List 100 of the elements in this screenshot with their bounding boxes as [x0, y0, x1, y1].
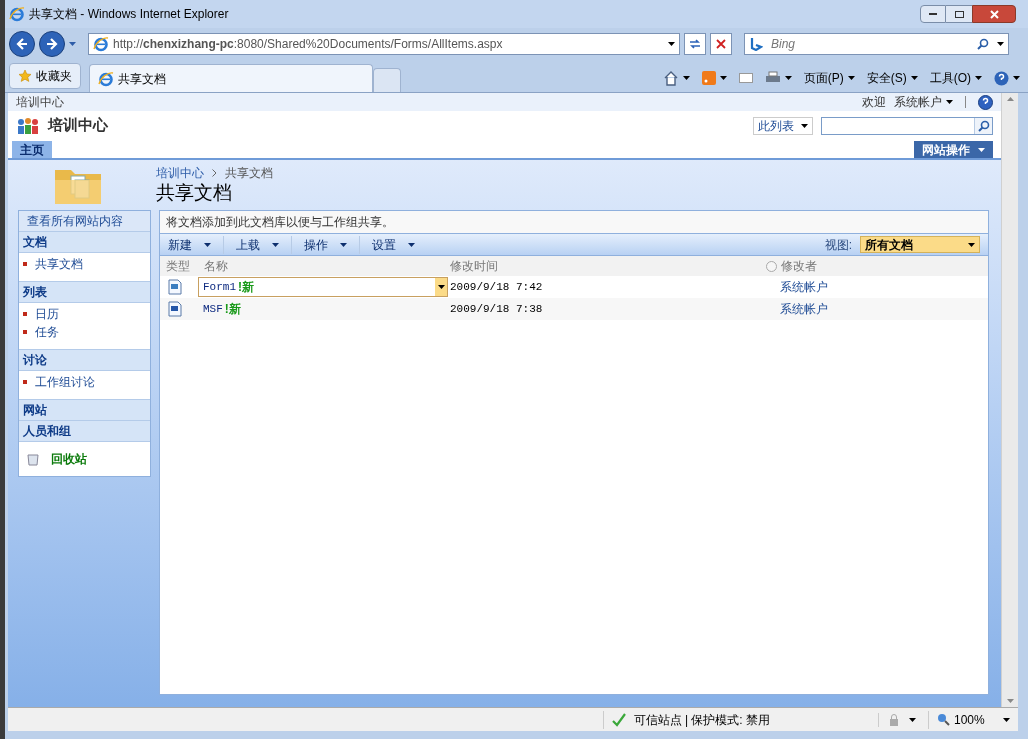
- scroll-down-icon[interactable]: [1006, 699, 1014, 703]
- left-arrow-icon: [16, 38, 28, 50]
- form-file-icon: [168, 279, 182, 295]
- address-dropdown-icon: [668, 42, 675, 46]
- user-link[interactable]: 系统帐户: [780, 300, 828, 318]
- caret-icon: [408, 242, 415, 247]
- search-options-icon: [997, 42, 1004, 46]
- help-icon[interactable]: [978, 94, 993, 110]
- url-text: http://chenxizhang-pc:8080/Shared%20Documents/Forms/AllItems.aspx: [113, 36, 503, 53]
- caret-icon: [910, 76, 918, 80]
- printer-icon[interactable]: [764, 71, 781, 85]
- nav-heading[interactable]: 讨论: [19, 350, 150, 371]
- caret-icon: [946, 100, 953, 104]
- caret-icon: [719, 76, 727, 80]
- toolbar-menu[interactable]: 设置: [372, 235, 427, 254]
- scroll-up-icon[interactable]: [1006, 97, 1014, 101]
- back-button[interactable]: [9, 31, 35, 57]
- nav-item[interactable]: 任务: [19, 323, 150, 341]
- column-header[interactable]: 名称: [198, 257, 450, 275]
- forward-button[interactable]: [39, 31, 65, 57]
- view-dropdown[interactable]: 所有文档: [860, 236, 980, 253]
- file-link[interactable]: MSF: [203, 300, 223, 318]
- site-title: 培训中心: [48, 115, 108, 136]
- caret-icon: [909, 717, 916, 722]
- recycle-bin-link[interactable]: 回收站: [51, 450, 87, 468]
- nav-heading[interactable]: 文档: [19, 232, 150, 253]
- command-menu[interactable]: 安全(S): [866, 69, 918, 87]
- search-scope-dropdown[interactable]: 此列表: [753, 116, 813, 135]
- stop-icon: [716, 39, 726, 49]
- search-bar[interactable]: Bing: [744, 33, 1009, 55]
- favorites-button[interactable]: 收藏夹: [9, 63, 81, 89]
- toolbar-menu[interactable]: 新建: [168, 235, 224, 254]
- history-caret-icon: [69, 42, 76, 46]
- welcome-text: 欢迎: [862, 94, 886, 111]
- caret-icon: [272, 242, 279, 247]
- ie-logo-icon: [93, 36, 109, 52]
- refresh-icon: [689, 38, 701, 50]
- caret-icon: [978, 147, 985, 152]
- ie-logo-icon: [9, 6, 25, 22]
- file-link[interactable]: Form1: [203, 278, 236, 296]
- caret-icon: [204, 242, 211, 247]
- ie-logo-icon: [98, 70, 114, 87]
- search-icon[interactable]: [977, 119, 990, 132]
- item-menu-button[interactable]: [435, 278, 447, 296]
- breadcrumb-current: 共享文档: [225, 165, 273, 182]
- column-header[interactable]: 修改时间: [450, 257, 766, 275]
- file-name-cell[interactable]: Form1 !新: [198, 277, 448, 297]
- command-menu[interactable]: 页面(P): [803, 69, 855, 87]
- column-header[interactable]: 修改者: [781, 257, 817, 275]
- bing-logo-icon: [749, 37, 763, 51]
- caret-icon: [968, 242, 975, 247]
- site-link[interactable]: 培训中心: [16, 93, 64, 111]
- nav-heading[interactable]: 人员和组: [19, 421, 150, 442]
- user-link[interactable]: 系统帐户: [780, 278, 828, 296]
- caret-icon: [1013, 76, 1020, 80]
- help-icon[interactable]: [994, 70, 1009, 86]
- new-label: !新: [238, 279, 254, 296]
- security-zone-text: 可信站点 | 保护模式: 禁用: [633, 711, 770, 729]
- library-description: 将文档添加到此文档库以便与工作组共享。: [160, 211, 988, 234]
- home-icon[interactable]: [662, 70, 679, 86]
- search-icon: [977, 38, 989, 50]
- modified-cell-text: 2009/9/18 7:38: [450, 301, 544, 317]
- chevron-right-icon: [212, 169, 217, 177]
- nav-heading[interactable]: 列表: [19, 282, 150, 303]
- address-field[interactable]: http://chenxizhang-pc:8080/Shared%20Documents/Forms/AllItems.aspx: [88, 33, 680, 55]
- minimize-button[interactable]: [920, 5, 946, 23]
- mail-icon[interactable]: [738, 73, 753, 83]
- file-name-cell[interactable]: MSF !新: [198, 299, 448, 319]
- site-search-field[interactable]: [821, 116, 993, 135]
- site-tab[interactable]: 主页: [12, 141, 52, 158]
- zoom-button[interactable]: 100%: [928, 710, 1018, 729]
- caret-icon: [784, 76, 792, 80]
- toolbar-menu[interactable]: 上载: [236, 235, 292, 254]
- refresh-button[interactable]: [684, 33, 706, 55]
- stop-button[interactable]: [710, 33, 732, 55]
- command-menu[interactable]: 工具(O): [929, 69, 982, 87]
- toolbar-menu[interactable]: 操作: [304, 235, 360, 254]
- browser-tab[interactable]: 共享文档: [89, 64, 373, 92]
- search-input[interactable]: Bing: [771, 35, 969, 53]
- close-button[interactable]: [972, 5, 1016, 23]
- document-file-icon: [168, 301, 182, 317]
- site-actions-menu[interactable]: 网站操作: [914, 141, 993, 158]
- zoom-icon: [937, 713, 950, 726]
- window-title: 共享文档 - Windows Internet Explorer: [29, 6, 229, 23]
- user-menu[interactable]: 系统帐户: [894, 93, 953, 111]
- caret-icon: [340, 242, 347, 247]
- caret-icon: [437, 285, 445, 289]
- caret-icon: [801, 123, 808, 128]
- page-title: 共享文档: [156, 182, 233, 204]
- recycle-bin-icon: [27, 452, 39, 466]
- caret-icon: [847, 76, 855, 80]
- caret-icon: [682, 76, 690, 80]
- close-icon: [989, 9, 999, 19]
- maximize-button[interactable]: [946, 5, 972, 23]
- nav-item[interactable]: 日历: [19, 305, 150, 323]
- people-icon: [16, 116, 40, 135]
- right-arrow-icon: [46, 38, 58, 50]
- view-all-content-link[interactable]: 查看所有网站内容: [19, 211, 150, 232]
- breadcrumb-link[interactable]: 培训中心: [156, 164, 204, 182]
- nav-heading[interactable]: 网站: [19, 400, 150, 421]
